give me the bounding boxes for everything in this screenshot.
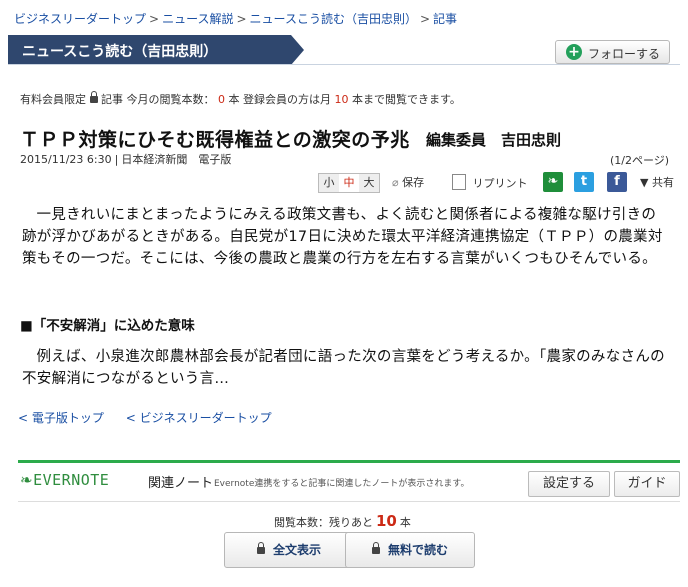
follow-label: フォローする [588,47,661,61]
font-size-large[interactable]: 大 [359,174,379,192]
remaining-views: 閲覧本数：残りあと 10 本 [274,512,411,530]
free-read-button[interactable]: 無料で読む [345,532,475,568]
article-byline: 編集委員 吉田忠則 [426,131,562,149]
full-text-button[interactable]: 全文表示 [224,532,354,568]
article-meta: 2015/11/23 6:30 | 日本経済新聞 電子版 [20,153,232,166]
evernote-settings-button[interactable]: 設定する [528,471,610,497]
breadcrumb: ビジネスリーダートップ > ニュース解説 > ニュースこう読む（吉田忠則） > 記事 [14,10,457,27]
breadcrumb-item[interactable]: ニュース解説 [162,12,233,26]
save-button[interactable]: ⌀ 保存 [392,174,424,190]
evernote-guide-button[interactable]: ガイド [614,471,680,497]
article-paragraph: 例えば、小泉進次郎農林部会長が記者団に語った次の言葉をどう考えるか。「農家のみな… [22,349,665,387]
reprint-label: リプリント [472,177,528,190]
registered-text: 登録会員の方は月 [243,93,331,106]
evernote-note: Evernote連携をすると記事に関連したノートが表示されます。 [214,479,470,489]
save-label: 保存 [402,176,425,189]
membership-notice: 有料会員限定 記事 今月の閲覧本数： 0 本 登録会員の方は月 10 本まで閲覧… [20,91,461,107]
back-links: < 電子版トップ < ビジネスリーダートップ [18,409,290,426]
breadcrumb-item[interactable]: 記事 [433,12,457,26]
twitter-icon[interactable]: t [574,172,594,192]
breadcrumb-separator: > [149,12,160,26]
lock-icon [371,542,380,555]
lock-icon [89,91,98,104]
full-text-label: 全文表示 [272,543,321,557]
section-title: ニュースこう読む（吉田忠則） [22,44,218,60]
remaining-count: 10 [376,512,397,530]
paperclip-icon: ⌀ [392,176,399,189]
evernote-icon: ❧ [20,471,34,489]
font-size-small[interactable]: 小 [319,174,339,192]
evernote-logo: ❧EVERNOTE [20,471,109,489]
free-read-label: 無料で読む [387,543,448,557]
evernote-icon[interactable]: ❧ [543,172,563,192]
share-menu[interactable]: ▼ 共有 [640,174,674,190]
article-paragraph: 一見きれいにまとまったようにみえる政策文書も、よく読むと関係者による複雑な駆け引… [22,207,663,267]
plus-icon: + [566,44,582,60]
section-banner: ニュースこう読む（吉田忠則） [8,35,304,65]
page-indicator: (1/2ページ) [610,154,670,167]
view-count-label: 今月の閲覧本数： [126,93,215,106]
document-icon [452,174,466,190]
article-subheading: ■「不安解消」に込めた意味 [20,318,195,334]
breadcrumb-item[interactable]: ビジネスリーダートップ [14,12,146,26]
breadcrumb-separator: > [236,12,247,26]
remaining-label: 閲覧本数：残りあと [274,516,373,529]
remaining-unit: 本 [399,516,411,529]
font-size-switcher: 小 中 大 [318,173,380,193]
member-only-label: 有料会員限定 [20,93,86,106]
article-date: 2015/11/23 6:30 [20,153,112,166]
article-source: 日本経済新聞 電子版 [121,153,232,166]
view-limit-suffix: 本まで閲覧できます。 [352,93,461,106]
facebook-icon[interactable]: f [607,172,627,192]
evernote-logo-text: EVERNOTE [33,471,110,489]
font-size-medium[interactable]: 中 [339,174,359,192]
article-title: ＴＰＰ対策にひそむ既得権益との激突の予兆 [20,129,410,151]
view-count: 0 [218,93,225,106]
article-label: 記事 [101,93,123,106]
view-count-unit: 本 [228,93,240,106]
view-limit: 10 [334,93,349,106]
reprint-button[interactable]: リプリント [452,174,528,191]
breadcrumb-separator: > [419,12,431,26]
breadcrumb-item[interactable]: ニュースこう読む（吉田忠則） [250,12,417,26]
link-business-leader-top[interactable]: < ビジネスリーダートップ [126,411,272,425]
follow-button[interactable]: + フォローする [555,40,670,64]
lock-icon [256,542,265,555]
divider [8,64,680,65]
link-digital-top[interactable]: < 電子版トップ [18,411,104,425]
evernote-title: 関連ノート [148,476,214,491]
